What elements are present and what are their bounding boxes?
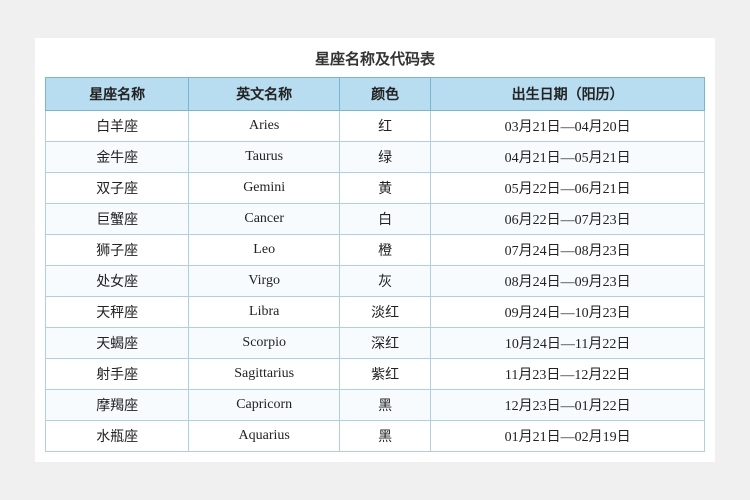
cell-date_range: 09月24日—10月23日 (431, 297, 705, 328)
zodiac-table: 星座名称英文名称颜色出生日期（阳历） 白羊座Aries红03月21日—04月20… (45, 77, 705, 452)
table-row: 水瓶座Aquarius黑01月21日—02月19日 (46, 421, 705, 452)
cell-english_name: Virgo (189, 266, 340, 297)
cell-english_name: Taurus (189, 142, 340, 173)
cell-english_name: Capricorn (189, 390, 340, 421)
cell-chinese_name: 摩羯座 (46, 390, 189, 421)
table-row: 巨蟹座Cancer白06月22日—07月23日 (46, 204, 705, 235)
col-header-date_range: 出生日期（阳历） (431, 78, 705, 111)
cell-date_range: 11月23日—12月22日 (431, 359, 705, 390)
cell-english_name: Aquarius (189, 421, 340, 452)
cell-english_name: Leo (189, 235, 340, 266)
cell-color: 橙 (340, 235, 431, 266)
cell-chinese_name: 金牛座 (46, 142, 189, 173)
cell-english_name: Scorpio (189, 328, 340, 359)
cell-chinese_name: 射手座 (46, 359, 189, 390)
table-row: 双子座Gemini黄05月22日—06月21日 (46, 173, 705, 204)
col-header-english_name: 英文名称 (189, 78, 340, 111)
table-row: 天秤座Libra淡红09月24日—10月23日 (46, 297, 705, 328)
page-title: 星座名称及代码表 (45, 48, 705, 69)
cell-color: 白 (340, 204, 431, 235)
cell-color: 淡红 (340, 297, 431, 328)
table-row: 处女座Virgo灰08月24日—09月23日 (46, 266, 705, 297)
cell-date_range: 04月21日—05月21日 (431, 142, 705, 173)
cell-color: 黑 (340, 421, 431, 452)
cell-chinese_name: 巨蟹座 (46, 204, 189, 235)
cell-chinese_name: 处女座 (46, 266, 189, 297)
table-row: 摩羯座Capricorn黑12月23日—01月22日 (46, 390, 705, 421)
cell-date_range: 05月22日—06月21日 (431, 173, 705, 204)
cell-date_range: 10月24日—11月22日 (431, 328, 705, 359)
cell-chinese_name: 双子座 (46, 173, 189, 204)
cell-date_range: 08月24日—09月23日 (431, 266, 705, 297)
cell-english_name: Sagittarius (189, 359, 340, 390)
header-row: 星座名称英文名称颜色出生日期（阳历） (46, 78, 705, 111)
cell-color: 紫红 (340, 359, 431, 390)
cell-color: 红 (340, 111, 431, 142)
main-container: 星座名称及代码表 星座名称英文名称颜色出生日期（阳历） 白羊座Aries红03月… (35, 38, 715, 462)
table-row: 射手座Sagittarius紫红11月23日—12月22日 (46, 359, 705, 390)
cell-chinese_name: 白羊座 (46, 111, 189, 142)
cell-english_name: Gemini (189, 173, 340, 204)
cell-chinese_name: 天秤座 (46, 297, 189, 328)
cell-color: 灰 (340, 266, 431, 297)
table-row: 金牛座Taurus绿04月21日—05月21日 (46, 142, 705, 173)
table-body: 白羊座Aries红03月21日—04月20日金牛座Taurus绿04月21日—0… (46, 111, 705, 452)
cell-date_range: 07月24日—08月23日 (431, 235, 705, 266)
cell-date_range: 12月23日—01月22日 (431, 390, 705, 421)
table-row: 狮子座Leo橙07月24日—08月23日 (46, 235, 705, 266)
col-header-color: 颜色 (340, 78, 431, 111)
col-header-chinese_name: 星座名称 (46, 78, 189, 111)
cell-chinese_name: 天蝎座 (46, 328, 189, 359)
cell-color: 深红 (340, 328, 431, 359)
table-row: 天蝎座Scorpio深红10月24日—11月22日 (46, 328, 705, 359)
cell-date_range: 06月22日—07月23日 (431, 204, 705, 235)
cell-english_name: Libra (189, 297, 340, 328)
table-row: 白羊座Aries红03月21日—04月20日 (46, 111, 705, 142)
cell-date_range: 01月21日—02月19日 (431, 421, 705, 452)
cell-color: 黄 (340, 173, 431, 204)
cell-english_name: Aries (189, 111, 340, 142)
cell-color: 绿 (340, 142, 431, 173)
cell-color: 黑 (340, 390, 431, 421)
cell-english_name: Cancer (189, 204, 340, 235)
cell-chinese_name: 狮子座 (46, 235, 189, 266)
table-header: 星座名称英文名称颜色出生日期（阳历） (46, 78, 705, 111)
cell-chinese_name: 水瓶座 (46, 421, 189, 452)
cell-date_range: 03月21日—04月20日 (431, 111, 705, 142)
